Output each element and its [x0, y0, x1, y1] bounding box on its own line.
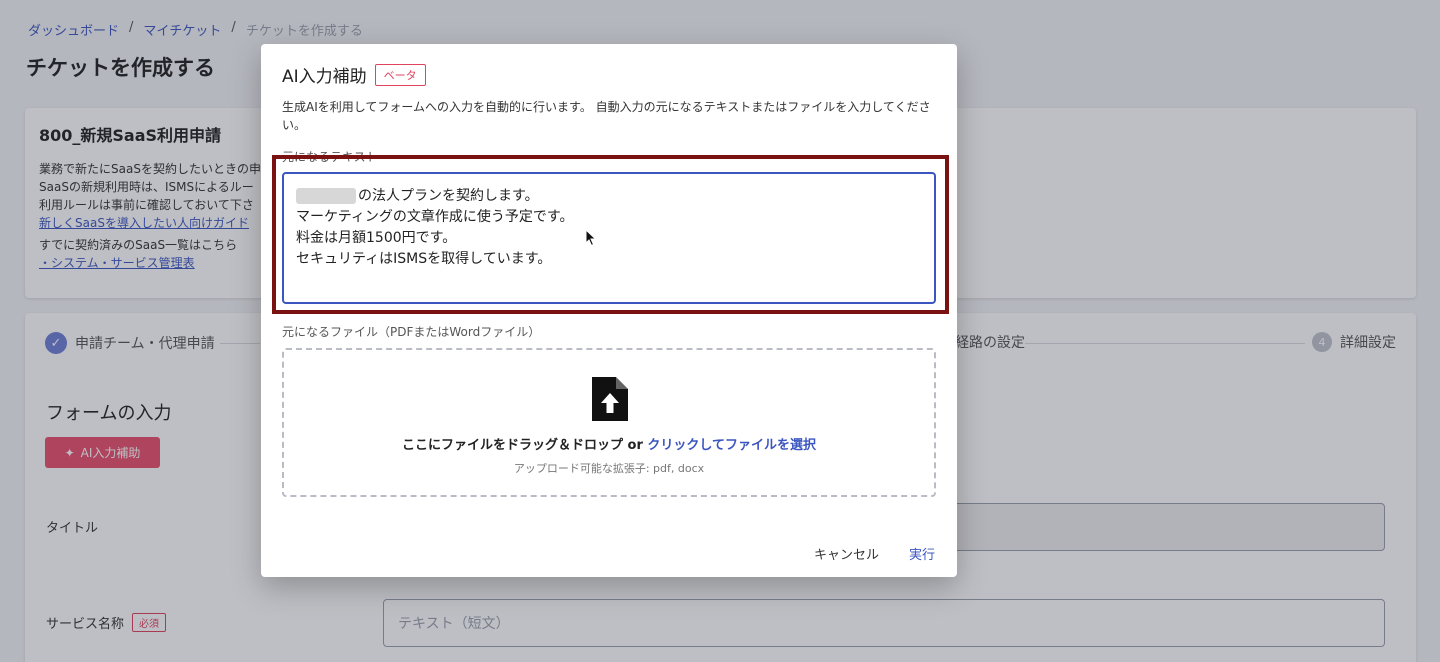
redacted-text	[296, 188, 356, 204]
drop-instructions: ここにファイルをドラッグ＆ドロップ or クリックしてファイルを選択	[284, 434, 934, 453]
text-line: 料金は月額1500円です。	[296, 230, 457, 246]
allowed-extensions: アップロード可能な拡張子: pdf, docx	[513, 462, 705, 475]
dialog-description: 生成AIを利用してフォームへの入力を自動的に行います。 自動入力の元になるテキス…	[282, 100, 931, 132]
ai-assist-dialog: AI入力補助 ベータ 生成AIを利用してフォームへの入力を自動的に行います。 自…	[261, 44, 957, 577]
text-line: の法人プランを契約します。	[296, 186, 922, 207]
text-line: マーケティングの文章作成に使う予定です。	[296, 209, 574, 225]
beta-badge: ベータ	[374, 63, 426, 86]
mouse-cursor-icon	[585, 229, 597, 247]
file-dropzone[interactable]: ここにファイルをドラッグ＆ドロップ or クリックしてファイルを選択 アップロー…	[282, 348, 936, 497]
cancel-button[interactable]: キャンセル	[814, 544, 879, 563]
run-button[interactable]: 実行	[909, 544, 935, 563]
file-upload-icon	[592, 377, 628, 421]
select-file-link[interactable]: クリックしてファイルを選択	[647, 438, 816, 453]
source-text-area[interactable]: の法人プランを契約します。 マーケティングの文章作成に使う予定です。 料金は月額…	[282, 172, 936, 304]
dialog-header: AI入力補助 ベータ	[282, 62, 426, 87]
source-file-label: 元になるファイル（PDFまたはWordファイル）	[282, 325, 541, 339]
text-line: セキュリティはISMSを取得しています。	[296, 251, 552, 267]
drop-text: ここにファイルをドラッグ＆ドロップ or	[401, 438, 643, 453]
dialog-title: AI入力補助	[282, 67, 367, 87]
